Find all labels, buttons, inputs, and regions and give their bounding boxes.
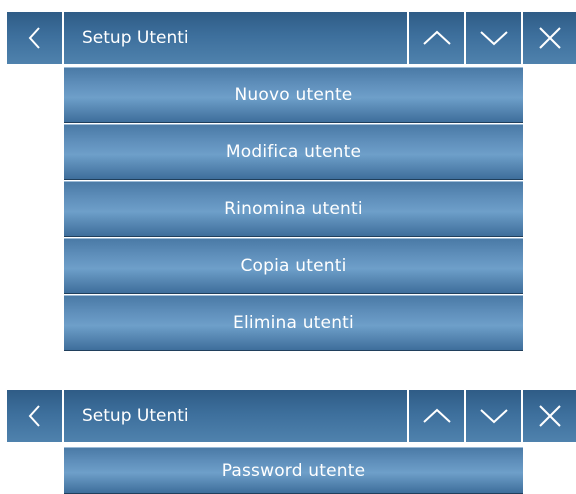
back-button[interactable] xyxy=(7,12,62,64)
chevron-down-icon xyxy=(479,409,508,424)
close-icon xyxy=(538,405,561,427)
page-title: Setup Utenti xyxy=(64,12,407,64)
header-bar: Setup Utenti xyxy=(0,0,576,64)
new-user-button[interactable]: Nuovo utente xyxy=(64,67,523,123)
setup-users-screen-1: Setup Utenti Nuovo utente Modifica utent… xyxy=(0,0,576,352)
chevron-up-icon xyxy=(422,408,451,423)
close-button[interactable] xyxy=(523,390,576,442)
chevron-left-icon xyxy=(28,27,40,49)
close-icon xyxy=(538,27,561,49)
rename-users-button[interactable]: Rinomina utenti xyxy=(64,181,523,237)
edit-user-button[interactable]: Modifica utente xyxy=(64,124,523,180)
copy-users-button[interactable]: Copia utenti xyxy=(64,238,523,294)
chevron-down-icon xyxy=(479,31,508,46)
chevron-left-icon xyxy=(28,405,40,427)
close-button[interactable] xyxy=(523,12,576,64)
scroll-down-button[interactable] xyxy=(466,390,521,442)
header-bar: Setup Utenti xyxy=(0,390,576,442)
delete-users-button[interactable]: Elimina utenti xyxy=(64,295,523,351)
setup-users-screen-2: Setup Utenti Password utente xyxy=(0,390,576,494)
scroll-down-button[interactable] xyxy=(466,12,521,64)
back-button[interactable] xyxy=(7,390,62,442)
scroll-up-button[interactable] xyxy=(409,390,464,442)
scroll-up-button[interactable] xyxy=(409,12,464,64)
chevron-up-icon xyxy=(422,30,451,45)
page-title: Setup Utenti xyxy=(64,390,407,442)
user-password-button[interactable]: Password utente xyxy=(64,447,523,494)
